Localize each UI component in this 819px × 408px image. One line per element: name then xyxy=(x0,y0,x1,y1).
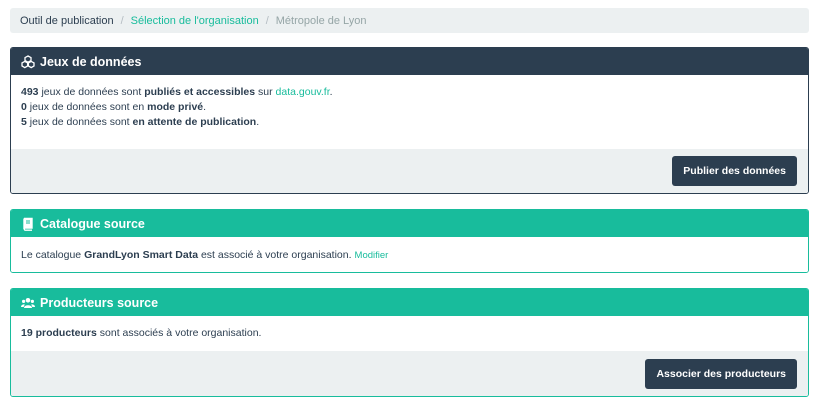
private-text: jeux de données sont en xyxy=(26,101,148,113)
catalog-panel-body: Le catalogue GrandLyon Smart Data est as… xyxy=(11,237,808,272)
catalog-panel-title: Catalogue source xyxy=(40,216,145,231)
breadcrumb-item-publication-tool[interactable]: Outil de publication xyxy=(20,15,114,27)
producers-panel-footer: Associer des producteurs xyxy=(11,351,808,396)
catalog-text: Le catalogue xyxy=(21,249,85,261)
breadcrumb-separator: / xyxy=(120,14,124,27)
datasets-panel-footer: Publier des données xyxy=(11,149,808,193)
datasets-panel: Jeux de données 493 jeux de données sont… xyxy=(10,47,809,194)
producers-panel: Producteurs source 19 producteurs sont a… xyxy=(10,288,809,397)
producers-panel-title: Producteurs source xyxy=(40,295,159,310)
datagouv-link[interactable]: data.gouv.fr xyxy=(276,86,330,98)
breadcrumb-separator: / xyxy=(265,14,269,27)
publish-data-button[interactable]: Publier des données xyxy=(672,156,797,186)
pending-end: . xyxy=(256,116,260,128)
pending-datasets-line: 5 jeux de données sont en attente de pub… xyxy=(21,115,798,130)
cubes-icon xyxy=(21,54,35,69)
pending-bold: en attente de publication xyxy=(132,116,257,128)
associate-producers-button[interactable]: Associer des producteurs xyxy=(645,358,797,389)
datasets-panel-body: 493 jeux de données sont publiés et acce… xyxy=(11,75,808,149)
published-count: 493 xyxy=(21,86,39,98)
users-icon xyxy=(21,296,35,310)
modify-catalog-link[interactable]: Modifier xyxy=(355,250,389,261)
producers-text: sont associés à votre organisation. xyxy=(96,327,262,339)
book-icon xyxy=(21,217,35,231)
catalog-name: GrandLyon Smart Data xyxy=(84,249,199,261)
datasets-panel-heading: Jeux de données xyxy=(11,48,808,75)
published-text-b: sur xyxy=(255,86,276,98)
private-datasets-line: 0 jeux de données sont en mode privé. xyxy=(21,100,798,115)
private-bold: mode privé xyxy=(147,101,204,113)
published-end: . xyxy=(329,86,333,98)
published-bold: publiés et accessibles xyxy=(144,86,256,98)
breadcrumb-item-current: Métropole de Lyon xyxy=(275,14,367,27)
datasets-panel-title: Jeux de données xyxy=(40,54,142,69)
catalog-panel: Catalogue source Le catalogue GrandLyon … xyxy=(10,209,809,273)
catalog-text-b: est associé à votre organisation. xyxy=(198,249,352,261)
breadcrumb: Outil de publication / Sélection de l'or… xyxy=(10,8,809,33)
catalog-panel-heading: Catalogue source xyxy=(11,210,808,237)
private-end: . xyxy=(203,101,207,113)
pending-text: jeux de données sont xyxy=(26,116,133,128)
producers-count: 19 producteurs xyxy=(21,327,97,339)
breadcrumb-item-organisation-selection[interactable]: Sélection de l'organisation xyxy=(131,15,259,27)
producers-panel-heading: Producteurs source xyxy=(11,289,808,316)
published-datasets-line: 493 jeux de données sont publiés et acce… xyxy=(21,85,798,100)
producers-panel-body: 19 producteurs sont associés à votre org… xyxy=(11,316,808,351)
published-text: jeux de données sont xyxy=(38,86,145,98)
